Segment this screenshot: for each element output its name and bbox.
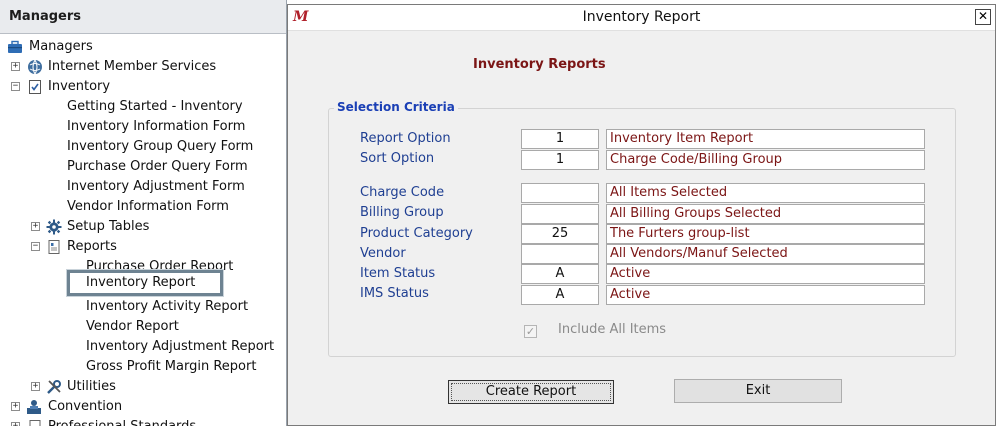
- expand-icon[interactable]: +: [31, 222, 40, 231]
- ims-status-label: IMS Status: [360, 286, 429, 301]
- tree-item-inventory-activity-report[interactable]: Inventory Activity Report: [86, 297, 248, 317]
- vendor-label: Vendor: [360, 246, 406, 261]
- sort-option-description: Charge Code/Billing Group: [606, 150, 925, 170]
- product-category-description: The Furters group-list: [606, 224, 925, 244]
- briefcase-icon: [7, 39, 23, 55]
- sort-option-code-field[interactable]: 1: [521, 150, 599, 170]
- billing-group-field[interactable]: [521, 204, 599, 224]
- ims-status-description: Active: [606, 285, 925, 305]
- expand-icon[interactable]: +: [11, 402, 20, 411]
- include-all-items-checkbox: ✓: [524, 325, 537, 338]
- tree-item-label: Convention: [48, 399, 123, 414]
- item-status-description: Active: [606, 264, 925, 284]
- tree-item-convention[interactable]: + Convention: [11, 397, 281, 417]
- managers-panel: Managers Managers + Internet Member Serv…: [0, 0, 287, 426]
- speaker-icon: [25, 399, 41, 415]
- tree-item-internet-member-services[interactable]: + Internet Member Services: [11, 57, 281, 77]
- report-option-description: Inventory Item Report: [606, 129, 925, 149]
- collapse-icon[interactable]: −: [31, 242, 40, 251]
- tree-item-inventory[interactable]: − Inventory: [11, 77, 281, 97]
- ims-status-field[interactable]: A: [521, 285, 599, 305]
- sort-option-label: Sort Option: [360, 151, 435, 166]
- tree-item-label: Setup Tables: [67, 219, 150, 234]
- billing-group-description: All Billing Groups Selected: [606, 204, 925, 224]
- create-report-button[interactable]: Create Report: [448, 380, 614, 404]
- report-icon: [46, 239, 62, 255]
- tree-item-purchase-order-query-form[interactable]: Purchase Order Query Form: [67, 157, 248, 177]
- globe-icon: [27, 59, 43, 75]
- tree-item-inventory-information-form[interactable]: Inventory Information Form: [67, 117, 245, 137]
- report-option-label: Report Option: [360, 131, 451, 146]
- charge-code-description: All Items Selected: [606, 183, 925, 203]
- exit-button[interactable]: Exit: [674, 379, 842, 403]
- tree-item-professional-standards[interactable]: + Professional Standards: [11, 417, 281, 426]
- tree-item-label: Internet Member Services: [48, 59, 217, 74]
- product-category-field[interactable]: 25: [521, 224, 599, 244]
- tree-item-inventory-report[interactable]: Inventory Report: [86, 273, 195, 293]
- tree-item-getting-started-inventory[interactable]: Getting Started - Inventory: [67, 97, 243, 117]
- close-button[interactable]: ✕: [975, 9, 991, 25]
- report-heading: Inventory Reports: [473, 57, 606, 72]
- include-all-items-label: Include All Items: [558, 322, 667, 337]
- checklist-icon: [27, 79, 43, 95]
- item-status-label: Item Status: [360, 266, 436, 281]
- charge-code-field[interactable]: [521, 183, 599, 203]
- tree-item-inventory-adjustment-report[interactable]: Inventory Adjustment Report: [86, 337, 274, 357]
- vendor-description: All Vendors/Manuf Selected: [606, 244, 925, 264]
- inventory-report-dialog: M Inventory Report ✕ Inventory Reports S…: [287, 4, 996, 426]
- report-option-code-field[interactable]: 1: [521, 129, 599, 149]
- vendor-field[interactable]: [521, 244, 599, 264]
- dialog-titlebar[interactable]: M Inventory Report ✕: [288, 5, 995, 31]
- item-status-field[interactable]: A: [521, 264, 599, 284]
- dialog-title: Inventory Report: [582, 9, 701, 25]
- tree-item-utilities[interactable]: + Utilities: [31, 377, 281, 397]
- tree-item-label: Reports: [67, 239, 117, 254]
- tree-item-vendor-report[interactable]: Vendor Report: [86, 317, 179, 337]
- tools-icon: [46, 379, 62, 395]
- tree-item-inventory-adjustment-form[interactable]: Inventory Adjustment Form: [67, 177, 245, 197]
- document-icon: [27, 419, 43, 426]
- expand-icon[interactable]: +: [31, 382, 40, 391]
- tree-item-label: Inventory: [48, 79, 111, 94]
- tree-item-label: Professional Standards: [48, 417, 196, 426]
- tree-item-label: Managers: [29, 39, 93, 54]
- tree-item-inventory-group-query-form[interactable]: Inventory Group Query Form: [67, 137, 253, 157]
- tree-item-gross-profit-margin-report[interactable]: Gross Profit Margin Report: [86, 357, 256, 377]
- tree-item-label: Utilities: [67, 379, 116, 394]
- managers-panel-title: Managers: [0, 0, 286, 34]
- product-category-label: Product Category: [360, 226, 473, 241]
- expand-icon[interactable]: +: [11, 422, 20, 426]
- expand-icon[interactable]: +: [11, 62, 20, 71]
- tree-item-setup-tables[interactable]: + Setup Tables: [31, 217, 281, 237]
- tree-item-vendor-information-form[interactable]: Vendor Information Form: [67, 197, 229, 217]
- billing-group-label: Billing Group: [360, 205, 444, 220]
- tree-item-reports[interactable]: − Reports: [31, 237, 281, 257]
- selection-criteria-title: Selection Criteria: [334, 100, 458, 114]
- charge-code-label: Charge Code: [360, 185, 445, 200]
- collapse-icon[interactable]: −: [11, 82, 20, 91]
- gear-icon: [46, 219, 62, 235]
